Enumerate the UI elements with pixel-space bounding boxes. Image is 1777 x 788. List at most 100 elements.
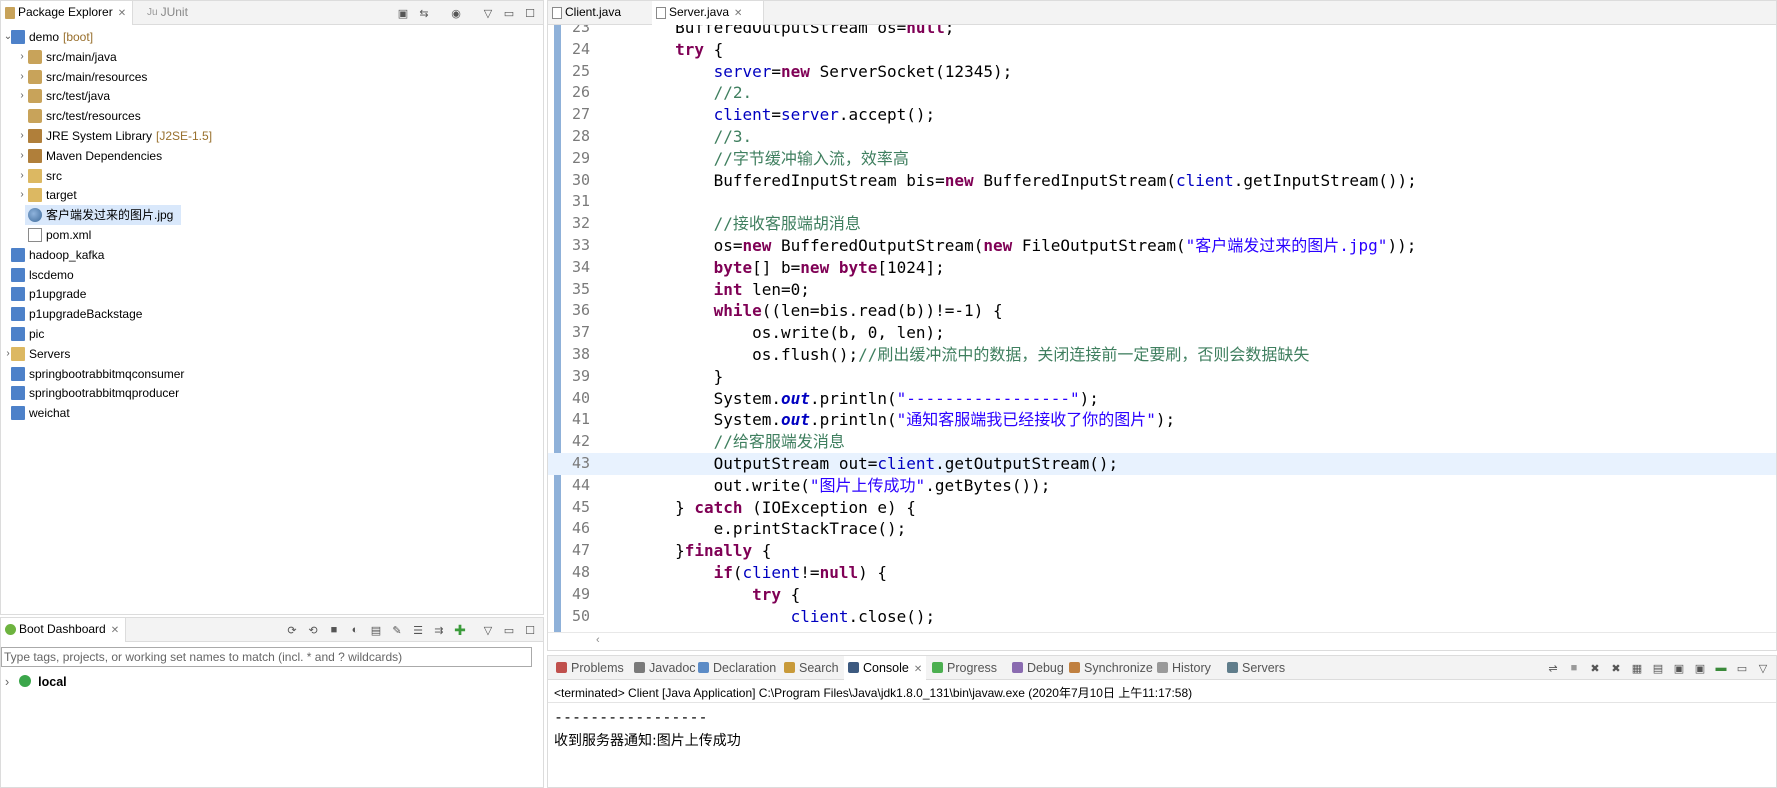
line-number: 30 — [571, 170, 590, 189]
expand-icon[interactable]: › — [5, 675, 9, 689]
tab-debug[interactable]: Debug — [1008, 656, 1068, 680]
code-line[interactable]: 49 try { — [548, 584, 1776, 606]
tree-item-label: src — [46, 168, 62, 183]
tab-junit[interactable]: Ju JUnit — [143, 1, 194, 25]
remove-all-icon[interactable]: ✖ — [1586, 659, 1604, 677]
code-line[interactable]: 41 System.out.println("通知客服端我已经接收了你的图片")… — [548, 409, 1776, 431]
code-line[interactable]: 48 if(client!=null) { — [548, 562, 1776, 584]
maximize-icon[interactable]: ☐ — [521, 4, 539, 22]
tab-synchronize[interactable]: Synchronize — [1065, 656, 1157, 680]
restart-icon[interactable]: ⟳ — [283, 621, 301, 639]
close-icon[interactable]: ✕ — [118, 2, 126, 25]
code-line[interactable]: 27 client=server.accept(); — [548, 104, 1776, 126]
tab-package-explorer[interactable]: Package Explorer ✕ — [1, 1, 134, 25]
tab-client-java[interactable]: Client.java — [548, 1, 652, 25]
properties-icon[interactable]: ☰ — [409, 621, 427, 639]
code-line[interactable]: 44 out.write("图片上传成功".getBytes()); — [548, 475, 1776, 497]
code-line[interactable]: 36 while((len=bis.read(b))!=-1) { — [548, 300, 1776, 322]
tab-declaration[interactable]: Declaration — [694, 656, 780, 680]
tab-servers[interactable]: Servers — [1223, 656, 1289, 680]
expand-arrow-icon[interactable]: › — [17, 185, 27, 205]
code-line[interactable]: 33 os=new BufferedOutputStream(new FileO… — [548, 235, 1776, 257]
open-console-icon[interactable]: ▤ — [367, 621, 385, 639]
expand-arrow-icon[interactable]: › — [17, 126, 27, 146]
close-icon[interactable]: ✕ — [914, 664, 922, 675]
code-line[interactable]: 23 BufferedOutputStream os=null; — [548, 25, 1776, 39]
close-icon[interactable]: ✕ — [734, 2, 742, 25]
scroll-left-icon[interactable]: ‹ — [596, 634, 600, 646]
code-text: out.write("图片上传成功".getBytes()); — [598, 475, 1051, 495]
show-console-on-error-icon[interactable]: ▣ — [1691, 659, 1709, 677]
collapse-all-icon[interactable]: ▣ — [394, 4, 412, 22]
code-line[interactable]: 28 //3. — [548, 126, 1776, 148]
code-text: e.printStackTrace(); — [598, 519, 907, 539]
close-icon[interactable]: ✕ — [111, 619, 119, 642]
deploy-icon[interactable]: ⇉ — [430, 621, 448, 639]
code-line[interactable]: 43 OutputStream out=client.getOutputStre… — [548, 453, 1776, 475]
code-line[interactable]: 46 e.printStackTrace(); — [548, 518, 1776, 540]
code-line[interactable]: 37 os.write(b, 0, len); — [548, 322, 1776, 344]
debug-restart-icon[interactable]: ⟲ — [304, 621, 322, 639]
terminate-icon[interactable]: ■ — [1565, 659, 1583, 677]
view-menu-icon[interactable]: ▽ — [479, 4, 497, 22]
line-number: 35 — [571, 279, 590, 298]
code-line[interactable]: 32 //接收客服端胡消息 — [548, 213, 1776, 235]
code-line[interactable]: 29 //字节缓冲输入流，效率高 — [548, 148, 1776, 170]
add-icon[interactable]: ✚ — [451, 621, 469, 639]
console-toolbar: ⇌ ■ ✖ ✖ ▦ ▤ ▣ ▣ ▬ ▭ ▽ — [1541, 656, 1772, 680]
tab-history[interactable]: History — [1153, 656, 1215, 680]
project-icon — [11, 247, 25, 262]
code-line[interactable]: 31 — [548, 191, 1776, 213]
minimize-icon[interactable]: ▭ — [500, 621, 518, 639]
code-line[interactable]: 47 }finally { — [548, 540, 1776, 562]
code-line[interactable]: 34 byte[] b=new byte[1024]; — [548, 257, 1776, 279]
display-console-icon[interactable]: ▭ — [1733, 659, 1751, 677]
scroll-lock-icon[interactable]: ▦ — [1628, 659, 1646, 677]
code-line[interactable]: 45 } catch (IOException e) { — [548, 497, 1776, 519]
code-line[interactable]: 30 BufferedInputStream bis=new BufferedI… — [548, 170, 1776, 192]
tab-console[interactable]: Console ✕ — [844, 656, 927, 680]
tab-server-java[interactable]: Server.java ✕ — [652, 1, 764, 25]
word-wrap-icon[interactable]: ▤ — [1649, 659, 1667, 677]
remove-all-terminated-icon[interactable]: ✖ — [1607, 659, 1625, 677]
code-line[interactable]: 42 //给客服端发消息 — [548, 431, 1776, 453]
expand-arrow-icon[interactable]: › — [17, 166, 27, 186]
code-line[interactable]: 25 server=new ServerSocket(12345); — [548, 61, 1776, 83]
horizontal-scrollbar[interactable]: ‹ — [548, 632, 1776, 650]
show-console-on-output-icon[interactable]: ▣ — [1670, 659, 1688, 677]
code-line[interactable]: 40 System.out.println("-----------------… — [548, 388, 1776, 410]
view-menu-icon[interactable]: ▽ — [1754, 659, 1772, 677]
expand-arrow-icon[interactable]: › — [17, 146, 27, 166]
tab-problems[interactable]: Problems — [552, 656, 628, 680]
expand-arrow-icon[interactable]: › — [17, 67, 27, 87]
minimize-icon[interactable]: ▭ — [500, 4, 518, 22]
package-explorer-tree: ⌄ demo [boot] › src/main/java › src/main/resou… — [1, 27, 543, 614]
boot-dashboard-item-local[interactable]: › local — [5, 672, 67, 692]
focus-icon[interactable]: ◉ — [447, 4, 465, 22]
code-line[interactable]: 38 os.flush();//刷出缓冲流中的数据，关闭连接前一定要刷，否则会数… — [548, 344, 1776, 366]
code-line[interactable]: 39 } — [548, 366, 1776, 388]
stop-icon[interactable]: ■ — [325, 621, 343, 639]
edit-icon[interactable]: ✎ — [388, 621, 406, 639]
line-number: 32 — [571, 214, 590, 233]
tab-javadoc[interactable]: Javadoc — [630, 656, 700, 680]
code-line[interactable]: 50 client.close(); — [548, 606, 1776, 628]
remove-launch-icon[interactable]: ⇌ — [1544, 659, 1562, 677]
javadoc-icon — [634, 662, 645, 673]
tree-item[interactable]: 客户端发过来的图片.jpg — [25, 205, 181, 226]
tab-progress[interactable]: Progress — [928, 656, 1001, 680]
view-menu-icon[interactable]: ▽ — [479, 621, 497, 639]
expand-arrow-icon[interactable]: › — [17, 86, 27, 106]
code-line[interactable]: 26 //2. — [548, 82, 1776, 104]
open-browser-icon[interactable]: ◐ — [346, 621, 364, 639]
code-editor[interactable]: 23 BufferedOutputStream os=null; 24 try {… — [548, 25, 1776, 632]
tab-boot-dashboard[interactable]: Boot Dashboard ✕ — [1, 618, 127, 642]
tab-search[interactable]: Search — [780, 656, 843, 680]
link-with-editor-icon[interactable]: ⇆ — [415, 4, 433, 22]
boot-dashboard-filter-input[interactable]: Type tags, projects, or working set name… — [1, 647, 532, 667]
pin-console-icon[interactable]: ▬ — [1712, 659, 1730, 677]
code-line[interactable]: 24 try { — [548, 39, 1776, 61]
maximize-icon[interactable]: ☐ — [521, 621, 539, 639]
code-line[interactable]: 35 int len=0; — [548, 279, 1776, 301]
expand-arrow-icon[interactable]: › — [17, 47, 27, 67]
